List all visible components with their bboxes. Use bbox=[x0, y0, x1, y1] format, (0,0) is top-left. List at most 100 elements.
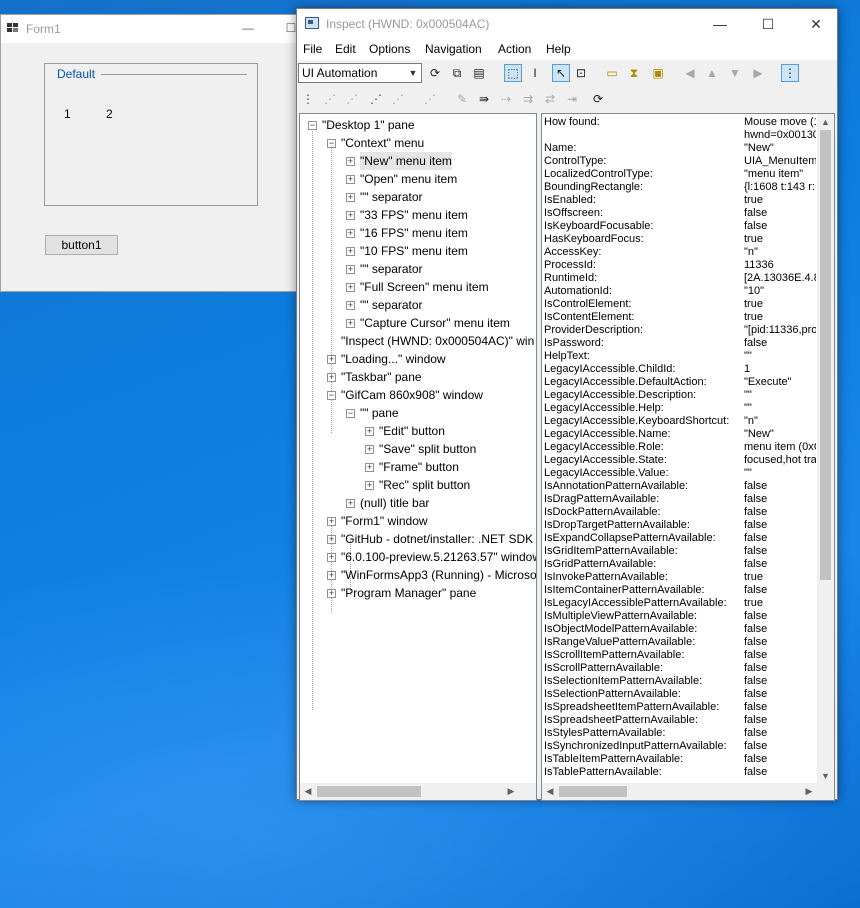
expand-icon[interactable]: + bbox=[365, 463, 374, 472]
properties-horizontal-scrollbar[interactable]: ◀ ▶ bbox=[542, 783, 817, 800]
element-tree[interactable]: ◀ ▶ − "Desktop 1" pane − "Context" menu + "Ne… bbox=[299, 113, 537, 801]
scroll-right-icon[interactable]: ▶ bbox=[802, 785, 816, 798]
menu-navigation[interactable]: Navigation bbox=[425, 42, 482, 56]
property-value: menu item (0xC bbox=[744, 441, 816, 453]
minimize-icon[interactable]: — bbox=[233, 21, 263, 37]
tree-node-label: "New" menu item bbox=[360, 152, 452, 170]
refresh-icon[interactable]: ⟳ bbox=[426, 64, 444, 82]
expand-icon[interactable]: + bbox=[346, 211, 355, 220]
tree-node-label: "16 FPS" menu item bbox=[360, 226, 468, 240]
expand-icon[interactable]: + bbox=[346, 301, 355, 310]
expand-icon[interactable]: + bbox=[327, 517, 336, 526]
tree-node-label: "Rec" split button bbox=[379, 478, 471, 492]
refresh-icon[interactable]: ⟳ bbox=[589, 90, 607, 108]
properties-icon[interactable]: ▤ bbox=[470, 64, 488, 82]
expand-icon[interactable]: + bbox=[365, 427, 374, 436]
copy-icon[interactable]: ⧉ bbox=[448, 64, 466, 82]
expand-icon[interactable]: + bbox=[327, 553, 336, 562]
expand-icon[interactable]: + bbox=[346, 175, 355, 184]
menu-action[interactable]: Action bbox=[498, 42, 531, 56]
expand-icon[interactable]: + bbox=[346, 157, 355, 166]
watch-cursor-icon[interactable]: ↖ bbox=[552, 64, 570, 82]
mode-select[interactable]: UI Automation ▼ bbox=[298, 63, 422, 83]
property-name: IsEnabled: bbox=[544, 194, 596, 206]
expand-icon[interactable]: + bbox=[327, 355, 336, 364]
scroll-down-icon[interactable]: ▼ bbox=[817, 769, 834, 783]
arrow-left-icon[interactable]: ◀ bbox=[681, 64, 699, 82]
set-value-icon[interactable]: ⇛ bbox=[475, 90, 493, 108]
navigate-next-icon[interactable]: ⋰ bbox=[343, 90, 361, 108]
select-icon[interactable]: ⇥ bbox=[563, 90, 581, 108]
expand-icon[interactable]: + bbox=[365, 445, 374, 454]
navigate-first-child-icon[interactable]: ⋰ bbox=[321, 90, 339, 108]
scroll-left-icon[interactable]: ◀ bbox=[301, 785, 315, 798]
expand-icon[interactable]: + bbox=[327, 589, 336, 598]
navigate-last-child-icon[interactable]: ⋰ bbox=[367, 90, 385, 108]
property-name: IsSelectionItemPatternAvailable: bbox=[544, 675, 703, 687]
expand-icon[interactable]: + bbox=[346, 247, 355, 256]
collapse-icon[interactable]: − bbox=[346, 409, 355, 418]
watch-focus-icon[interactable]: ⬚ bbox=[504, 64, 522, 82]
expand-icon[interactable]: + bbox=[327, 571, 336, 580]
tree-node-label: "Capture Cursor" menu item bbox=[360, 316, 510, 330]
scroll-right-icon[interactable]: ▶ bbox=[504, 785, 518, 798]
expand-icon[interactable]: + bbox=[365, 481, 374, 490]
property-value: "n" bbox=[744, 415, 758, 427]
arrow-up-icon[interactable]: ▲ bbox=[703, 64, 721, 82]
property-name: IsDockPatternAvailable: bbox=[544, 506, 661, 518]
properties-vertical-scrollbar[interactable]: ▲ ▼ bbox=[817, 114, 834, 784]
property-value: hwnd=0x00130 bbox=[744, 129, 816, 141]
navigate-root-icon[interactable]: ⋰ bbox=[421, 90, 439, 108]
tree-horizontal-scrollbar[interactable]: ◀ ▶ bbox=[300, 783, 519, 800]
property-name: IsControlElement: bbox=[544, 298, 632, 310]
hourglass-icon[interactable]: ⧗ bbox=[625, 64, 643, 82]
scroll-left-icon[interactable]: ◀ bbox=[543, 785, 557, 798]
expand-icon[interactable]: + bbox=[327, 535, 336, 544]
collapse-icon[interactable]: − bbox=[308, 121, 317, 130]
menu-edit[interactable]: Edit bbox=[335, 42, 356, 56]
inspect-titlebar[interactable]: Inspect (HWND: 0x000504AC) — ☐ ✕ bbox=[297, 9, 837, 39]
collapse-icon[interactable]: − bbox=[327, 391, 336, 400]
expand-icon[interactable]: + bbox=[346, 193, 355, 202]
expand-icon[interactable]: + bbox=[346, 265, 355, 274]
arrow-right-icon[interactable]: ▶ bbox=[749, 64, 767, 82]
property-value: "New" bbox=[744, 428, 774, 440]
menu-options[interactable]: Options bbox=[369, 42, 410, 56]
expand-icon[interactable]: + bbox=[346, 499, 355, 508]
scroll-thumb[interactable] bbox=[820, 130, 831, 580]
tooltip-icon[interactable]: ⊡ bbox=[572, 64, 590, 82]
collapse-icon[interactable]: − bbox=[327, 139, 336, 148]
highlight-rect-icon[interactable]: ▭ bbox=[603, 64, 621, 82]
expand-icon[interactable]: + bbox=[346, 283, 355, 292]
inspect-window: Inspect (HWND: 0x000504AC) — ☐ ✕ File Ed… bbox=[296, 8, 838, 801]
expand-icon[interactable]: ⇉ bbox=[519, 90, 537, 108]
chevron-down-icon: ▼ bbox=[408, 68, 418, 78]
navigate-parent-icon[interactable]: ⋮ bbox=[299, 90, 317, 108]
tree-node-label: "GifCam 860x908" window bbox=[341, 388, 483, 402]
expand-icon[interactable]: + bbox=[346, 229, 355, 238]
menu-file[interactable]: File bbox=[303, 42, 322, 56]
navigate-prev-icon[interactable]: ⋰ bbox=[389, 90, 407, 108]
expand-icon[interactable]: + bbox=[327, 373, 336, 382]
show-rect-icon[interactable]: ▣ bbox=[649, 64, 667, 82]
scroll-up-icon[interactable]: ▲ bbox=[817, 115, 834, 129]
invoke-icon[interactable]: ✎ bbox=[453, 90, 471, 108]
property-name: HasKeyboardFocus: bbox=[544, 233, 644, 245]
toggle-icon[interactable]: ⇢ bbox=[497, 90, 515, 108]
minimize-icon[interactable]: — bbox=[698, 14, 742, 34]
menu-help[interactable]: Help bbox=[546, 42, 571, 56]
caret-icon[interactable]: I bbox=[526, 64, 544, 82]
scroll-thumb[interactable] bbox=[559, 786, 627, 797]
property-name: IsTablePatternAvailable: bbox=[544, 766, 662, 778]
close-icon[interactable]: ✕ bbox=[794, 14, 838, 34]
property-value: false bbox=[744, 480, 768, 492]
maximize-icon[interactable]: ☐ bbox=[746, 14, 790, 34]
collapse-icon[interactable]: ⇄ bbox=[541, 90, 559, 108]
form1-titlebar[interactable]: Form1 — ☐ bbox=[1, 15, 319, 43]
expand-icon[interactable]: + bbox=[346, 319, 355, 328]
scroll-thumb[interactable] bbox=[317, 786, 421, 797]
property-name: LegacyIAccessible.Role: bbox=[544, 441, 664, 453]
tree-view-icon[interactable]: ⋮ bbox=[781, 64, 799, 82]
arrow-down-icon[interactable]: ▼ bbox=[726, 64, 744, 82]
button1[interactable]: button1 bbox=[45, 235, 118, 255]
